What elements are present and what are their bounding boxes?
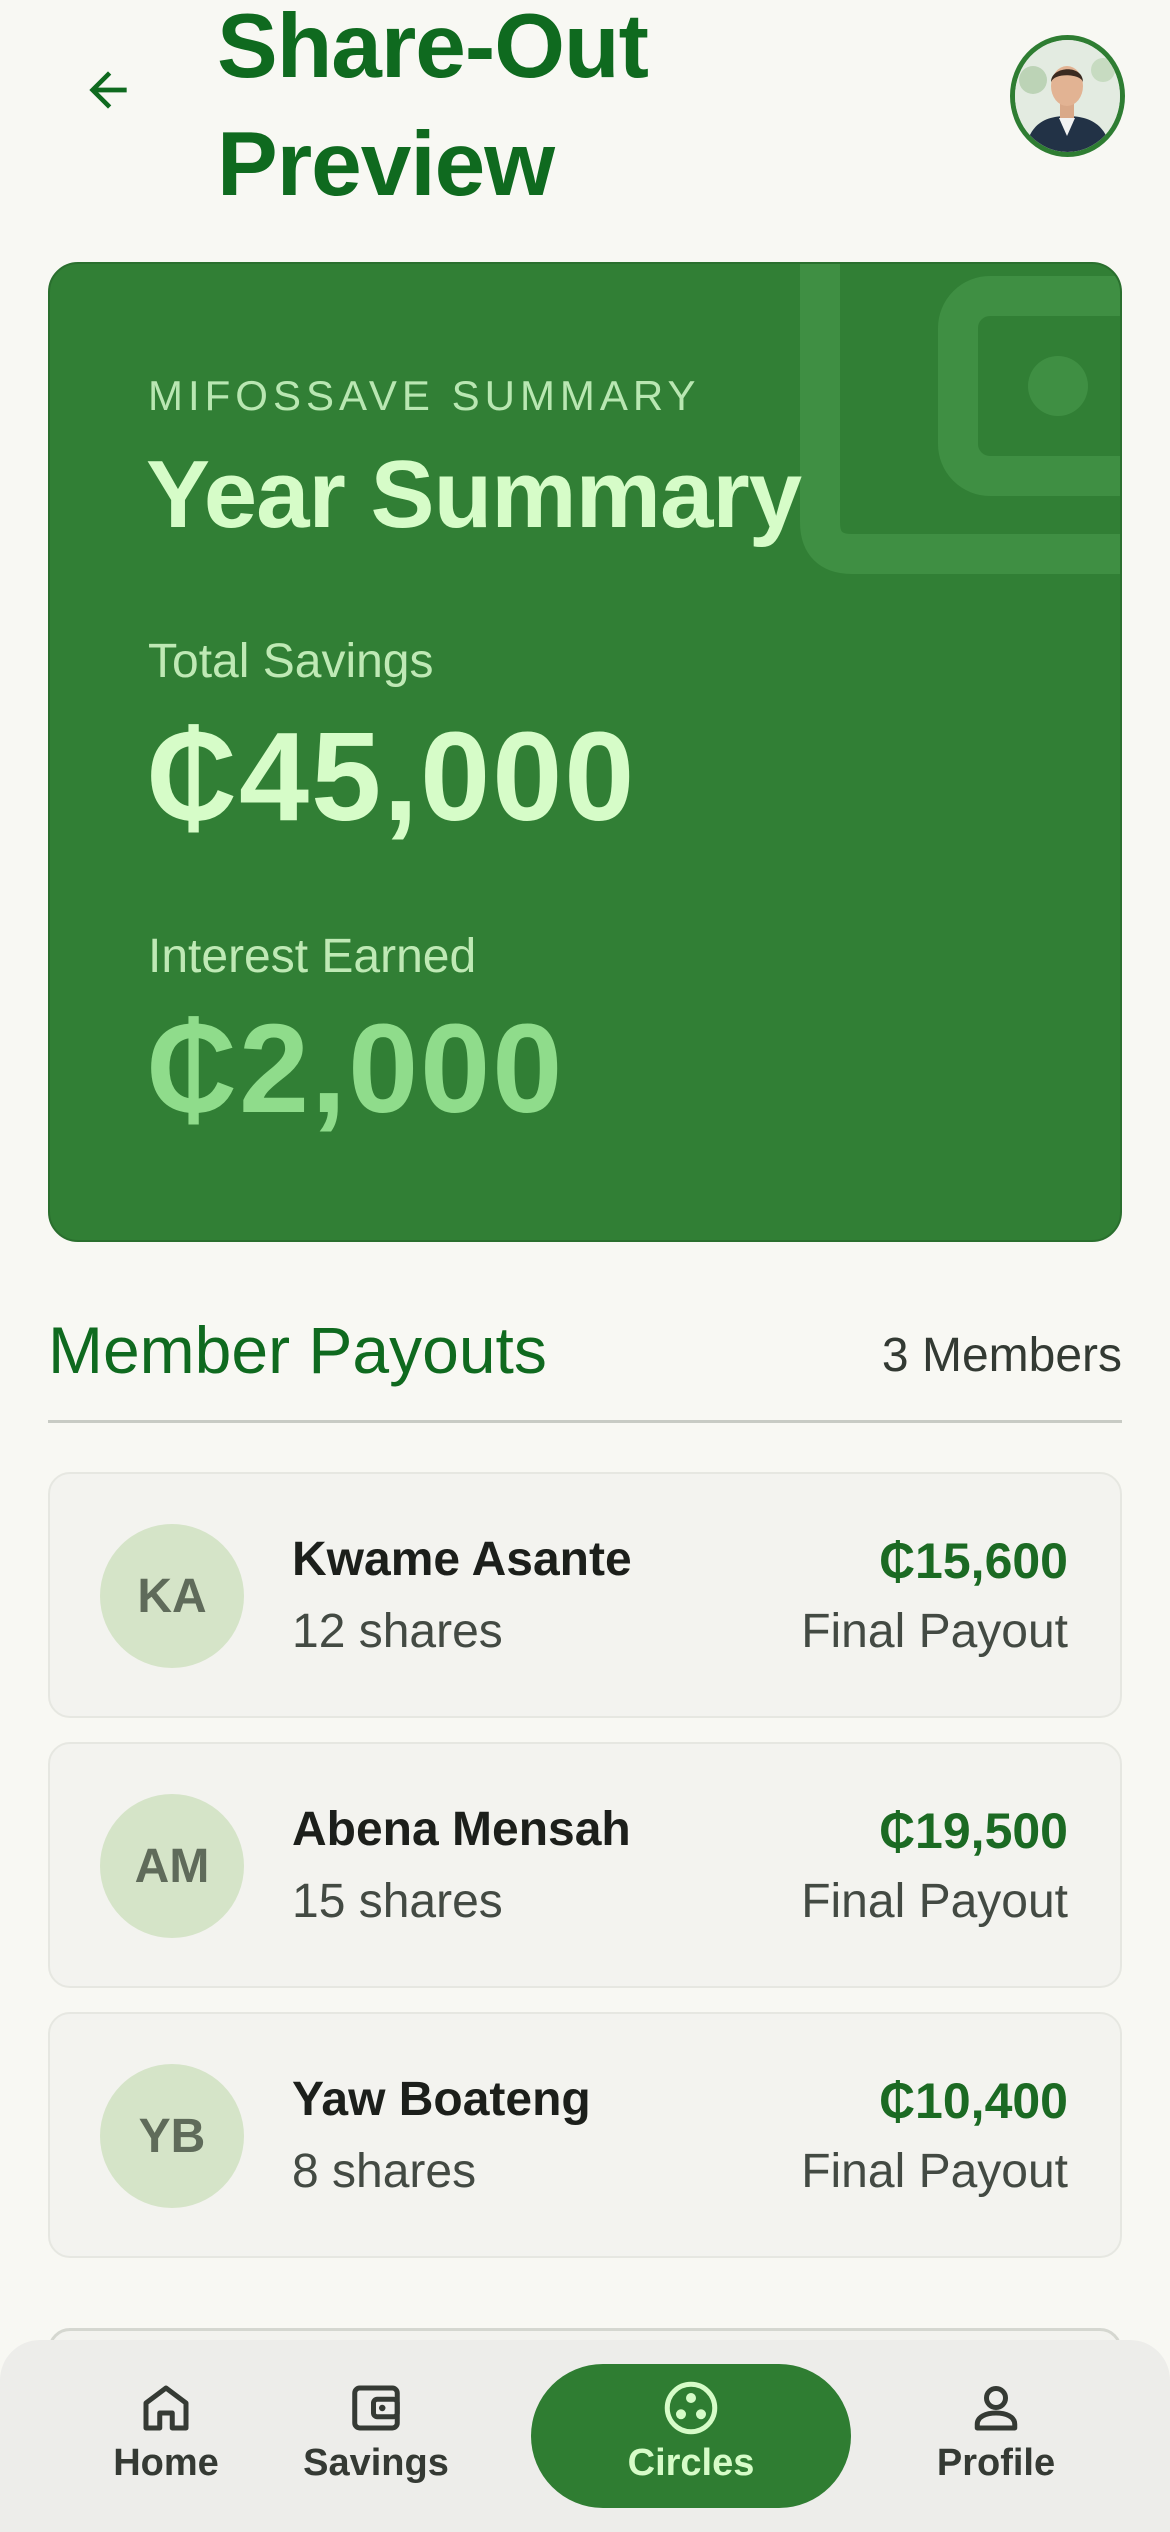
nav-item-home[interactable]: Home [76,2378,256,2498]
member-name: Yaw Boateng [292,2073,591,2126]
wallet-icon [352,2385,400,2431]
total-savings-value: ₵45,000 [146,706,637,847]
member-name: Abena Mensah [292,1803,631,1856]
member-name: Kwame Asante [292,1533,632,1586]
interest-earned-value: ₵2,000 [146,998,565,1139]
share-out-preview-screen: Share-Out Preview MIFOSSAVE SUMMARY Year… [0,0,1170,2532]
card-heading: Year Summary [146,441,802,548]
total-savings-label: Total Savings [148,635,434,688]
final-payout-label: Final Payout [801,2145,1068,2198]
member-shares: 8 shares [292,2145,477,2198]
profile-photo [1015,40,1120,152]
final-payout-label: Final Payout [801,1875,1068,1928]
divider [48,1420,1122,1423]
year-summary-card: MIFOSSAVE SUMMARY Year Summary Total Sav… [48,262,1122,1242]
interest-earned-label: Interest Earned [148,930,477,983]
circles-icon [664,2381,718,2435]
bottom-navigation: Home Savings Circles Profile [0,2340,1170,2532]
nav-label: Profile [936,2442,1056,2484]
top-app-bar: Share-Out Preview [0,0,1170,230]
member-payouts-title: Member Payouts [48,1313,547,1387]
home-icon [143,2385,189,2431]
nav-item-profile[interactable]: Profile [906,2378,1086,2498]
nav-item-savings[interactable]: Savings [286,2378,466,2498]
nav-item-circles[interactable]: Circles [531,2364,851,2508]
card-kicker: MIFOSSAVE SUMMARY [148,372,701,419]
person-icon [974,2385,1018,2431]
arrow-left-icon [89,71,127,109]
member-initials-avatar: KA [100,1524,244,1668]
final-payout-label: Final Payout [801,1605,1068,1658]
back-button[interactable] [58,40,158,140]
nav-item-circles-content: Circles [601,2378,781,2498]
member-initials-avatar: YB [100,2064,244,2208]
wallet-watermark-icon [800,264,1120,574]
page-title: Share-Out Preview [217,0,649,215]
member-initials-avatar: AM [100,1794,244,1938]
member-count: 3 Members [881,1329,1122,1382]
nav-label: Home [113,2442,219,2484]
member-payout-amount: ₵10,400 [878,2073,1068,2129]
member-shares: 12 shares [292,1605,503,1658]
avatar[interactable] [1010,35,1125,157]
member-payout-amount: ₵19,500 [878,1803,1068,1859]
nav-label: Circles [627,2442,755,2484]
member-payout-amount: ₵15,600 [878,1533,1068,1589]
member-card[interactable]: AM Abena Mensah 15 shares ₵19,500 Final … [48,1742,1122,1988]
member-shares: 15 shares [292,1875,503,1928]
member-card[interactable]: YB Yaw Boateng 8 shares ₵10,400 Final Pa… [48,2012,1122,2258]
member-card[interactable]: KA Kwame Asante 12 shares ₵15,600 Final … [48,1472,1122,1718]
nav-label: Savings [303,2442,449,2484]
